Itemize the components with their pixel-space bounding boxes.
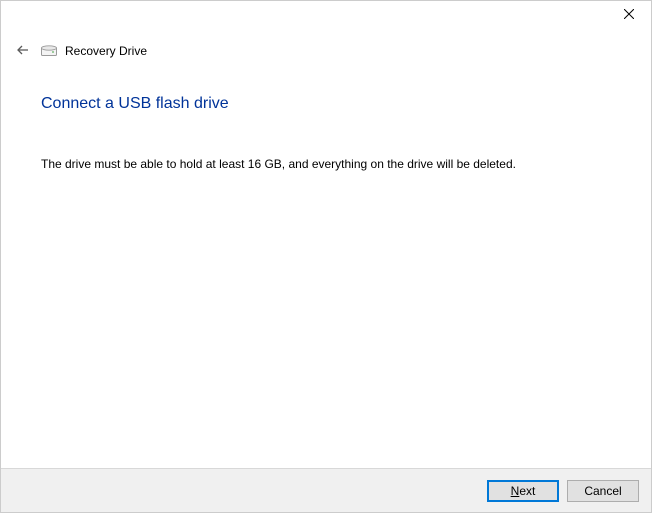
recovery-drive-icon <box>41 45 57 57</box>
wizard-app-name: Recovery Drive <box>65 44 147 58</box>
title-bar <box>1 1 651 31</box>
page-body-text: The drive must be able to hold at least … <box>41 157 611 171</box>
close-icon <box>624 8 634 22</box>
page-heading: Connect a USB flash drive <box>41 95 611 113</box>
wizard-content: Connect a USB flash drive The drive must… <box>1 61 651 171</box>
back-button[interactable] <box>13 41 33 61</box>
next-label-rest: ext <box>519 484 535 498</box>
wizard-header: Recovery Drive <box>1 41 651 61</box>
back-arrow-icon <box>15 42 31 61</box>
wizard-footer: Next Cancel <box>1 468 651 512</box>
cancel-label: Cancel <box>584 484 621 498</box>
close-button[interactable] <box>607 1 651 29</box>
next-button[interactable]: Next <box>487 480 559 502</box>
cancel-button[interactable]: Cancel <box>567 480 639 502</box>
